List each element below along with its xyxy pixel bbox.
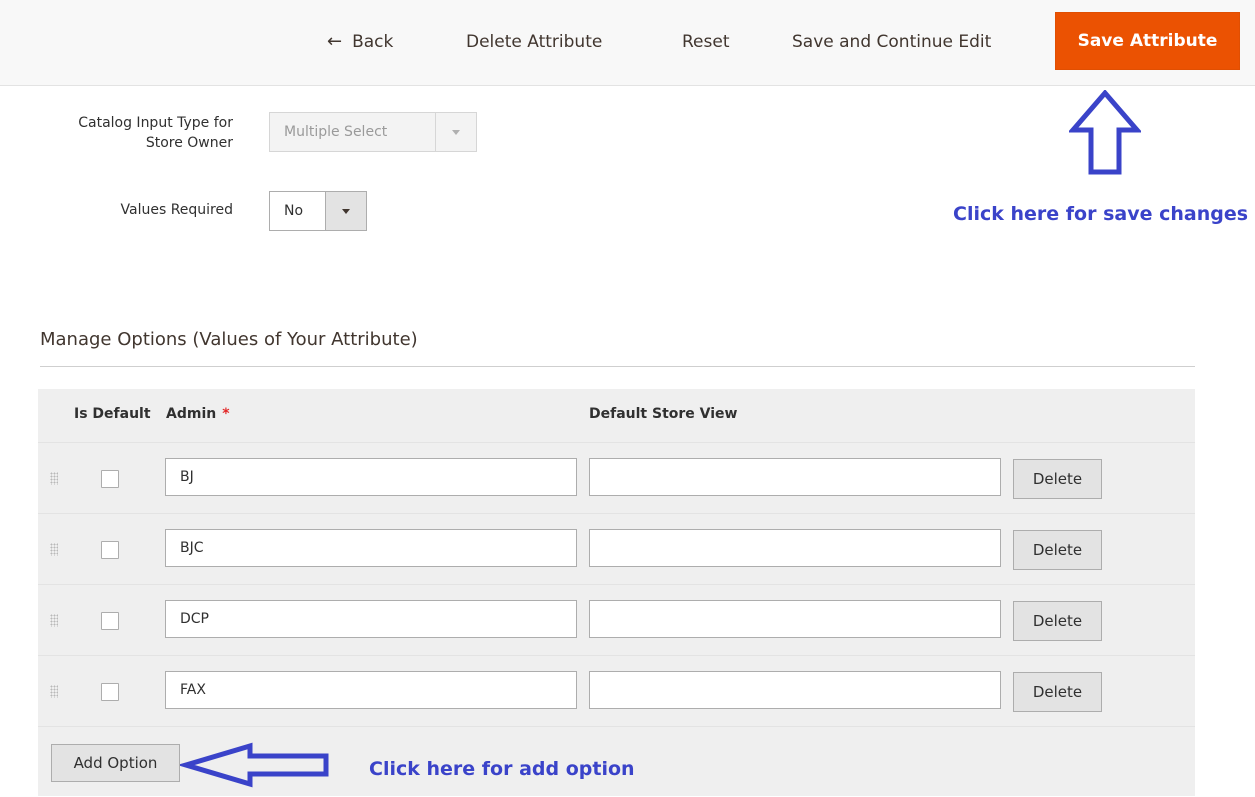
chevron-down-icon bbox=[452, 129, 460, 135]
delete-option-button[interactable]: Delete bbox=[1013, 601, 1102, 641]
store-view-value-input[interactable] bbox=[589, 600, 1001, 638]
page-actions-toolbar: ← Back Delete Attribute Reset Save and Co… bbox=[0, 0, 1255, 86]
section-divider bbox=[40, 366, 1195, 367]
chevron-down-icon bbox=[342, 208, 350, 214]
store-view-value-input[interactable] bbox=[589, 458, 1001, 496]
input-type-value: Multiple Select bbox=[284, 124, 388, 140]
left-arrow-outline-icon bbox=[180, 742, 329, 788]
delete-option-button[interactable]: Delete bbox=[1013, 530, 1102, 570]
column-header-admin: Admin * bbox=[166, 406, 230, 422]
required-asterisk: * bbox=[222, 406, 230, 422]
column-header-is-default: Is Default bbox=[74, 406, 151, 422]
values-required-select[interactable]: No bbox=[269, 191, 367, 231]
admin-value-input[interactable]: FAX bbox=[165, 671, 577, 709]
add-hint-annotation: Click here for add option bbox=[369, 758, 635, 780]
drag-handle-icon[interactable] bbox=[50, 472, 58, 485]
input-type-label: Catalog Input Type for Store Owner bbox=[78, 115, 233, 151]
column-header-store-view: Default Store View bbox=[589, 406, 738, 422]
reset-button[interactable]: Reset bbox=[682, 30, 730, 54]
column-header-admin-label: Admin bbox=[166, 406, 217, 422]
is-default-checkbox[interactable] bbox=[101, 612, 119, 630]
delete-option-button[interactable]: Delete bbox=[1013, 459, 1102, 499]
back-label: Back bbox=[352, 32, 394, 52]
back-arrow-icon: ← bbox=[327, 31, 343, 52]
add-option-button[interactable]: Add Option bbox=[51, 744, 180, 782]
admin-value-input[interactable]: BJ bbox=[165, 458, 577, 496]
store-view-value-input[interactable] bbox=[589, 671, 1001, 709]
delete-option-button[interactable]: Delete bbox=[1013, 672, 1102, 712]
options-table: Is Default Admin * Default Store View BJ … bbox=[38, 389, 1195, 796]
save-hint-annotation: Click here for save changes bbox=[953, 203, 1249, 225]
table-row: FAX Delete bbox=[38, 655, 1195, 726]
up-arrow-outline-icon bbox=[1069, 90, 1141, 175]
values-required-label: Values Required bbox=[120, 202, 234, 218]
is-default-checkbox[interactable] bbox=[101, 683, 119, 701]
drag-handle-icon[interactable] bbox=[50, 685, 58, 698]
save-and-continue-button[interactable]: Save and Continue Edit bbox=[792, 30, 991, 54]
values-required-value: No bbox=[284, 203, 304, 219]
save-attribute-button[interactable]: Save Attribute bbox=[1055, 12, 1240, 70]
store-view-value-input[interactable] bbox=[589, 529, 1001, 567]
table-row: BJC Delete bbox=[38, 513, 1195, 584]
back-button[interactable]: ← Back bbox=[327, 30, 393, 54]
section-title: Manage Options (Values of Your Attribute… bbox=[40, 329, 418, 350]
drag-handle-icon[interactable] bbox=[50, 543, 58, 556]
delete-attribute-button[interactable]: Delete Attribute bbox=[466, 30, 602, 54]
is-default-checkbox[interactable] bbox=[101, 541, 119, 559]
table-row: DCP Delete bbox=[38, 584, 1195, 655]
table-row: BJ Delete bbox=[38, 442, 1195, 513]
values-required-dropdown-toggle[interactable] bbox=[325, 192, 366, 230]
is-default-checkbox[interactable] bbox=[101, 470, 119, 488]
drag-handle-icon[interactable] bbox=[50, 614, 58, 627]
input-type-dropdown-toggle bbox=[435, 113, 476, 151]
input-type-select: Multiple Select bbox=[269, 112, 477, 152]
admin-value-input[interactable]: BJC bbox=[165, 529, 577, 567]
admin-value-input[interactable]: DCP bbox=[165, 600, 577, 638]
